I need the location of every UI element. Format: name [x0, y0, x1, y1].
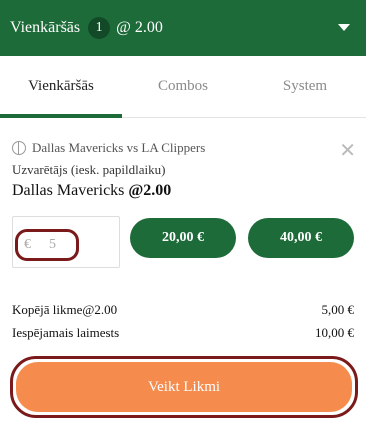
bet-type-tabs: Vienkāršās Combos System	[0, 56, 366, 118]
stake-box: € 5	[12, 216, 120, 268]
place-bet-highlight: Veikt Likmi	[10, 356, 358, 418]
tab-singles[interactable]: Vienkāršās	[0, 56, 122, 118]
selection-line: Dallas Mavericks @2.00	[12, 182, 171, 200]
selection-name: Dallas Mavericks	[12, 182, 125, 199]
betslip-title: Vienkāršās	[10, 19, 81, 36]
total-stake-row: Kopējā likme@2.00 5,00 €	[12, 302, 354, 318]
currency-symbol: €	[24, 237, 31, 252]
total-stake-value: 5,00 €	[321, 302, 355, 317]
potential-win-row: Iespējamais laimests 10,00 €	[12, 325, 354, 341]
quick-stake-button-40[interactable]: 40,00 €	[248, 218, 354, 258]
chevron-down-icon[interactable]	[338, 24, 350, 31]
place-bet-button[interactable]: Veikt Likmi	[16, 362, 352, 412]
event-row: Dallas Mavericks vs LA Clippers	[12, 140, 205, 156]
stake-value: 5	[49, 237, 56, 252]
close-icon[interactable]: ✕	[339, 140, 356, 160]
selection-odds: @2.00	[128, 182, 172, 199]
total-odds: @ 2.00	[116, 19, 163, 36]
basketball-icon	[12, 141, 26, 155]
betslip-header[interactable]: Vienkāršās 1 @ 2.00	[0, 0, 366, 56]
total-stake-label: Kopējā likme@2.00	[12, 302, 118, 317]
potential-win-label: Iespējamais laimests	[12, 325, 120, 340]
market-name: Uzvarētājs (iesk. papildlaiku)	[12, 162, 166, 177]
tab-combos[interactable]: Combos	[122, 56, 244, 117]
selection-count-badge: 1	[88, 17, 111, 39]
stake-input[interactable]: € 5	[15, 229, 79, 261]
quick-stake-button-20[interactable]: 20,00 €	[130, 218, 236, 258]
tab-system[interactable]: System	[244, 56, 366, 117]
event-name: Dallas Mavericks vs LA Clippers	[32, 140, 206, 155]
potential-win-value: 10,00 €	[315, 325, 354, 340]
